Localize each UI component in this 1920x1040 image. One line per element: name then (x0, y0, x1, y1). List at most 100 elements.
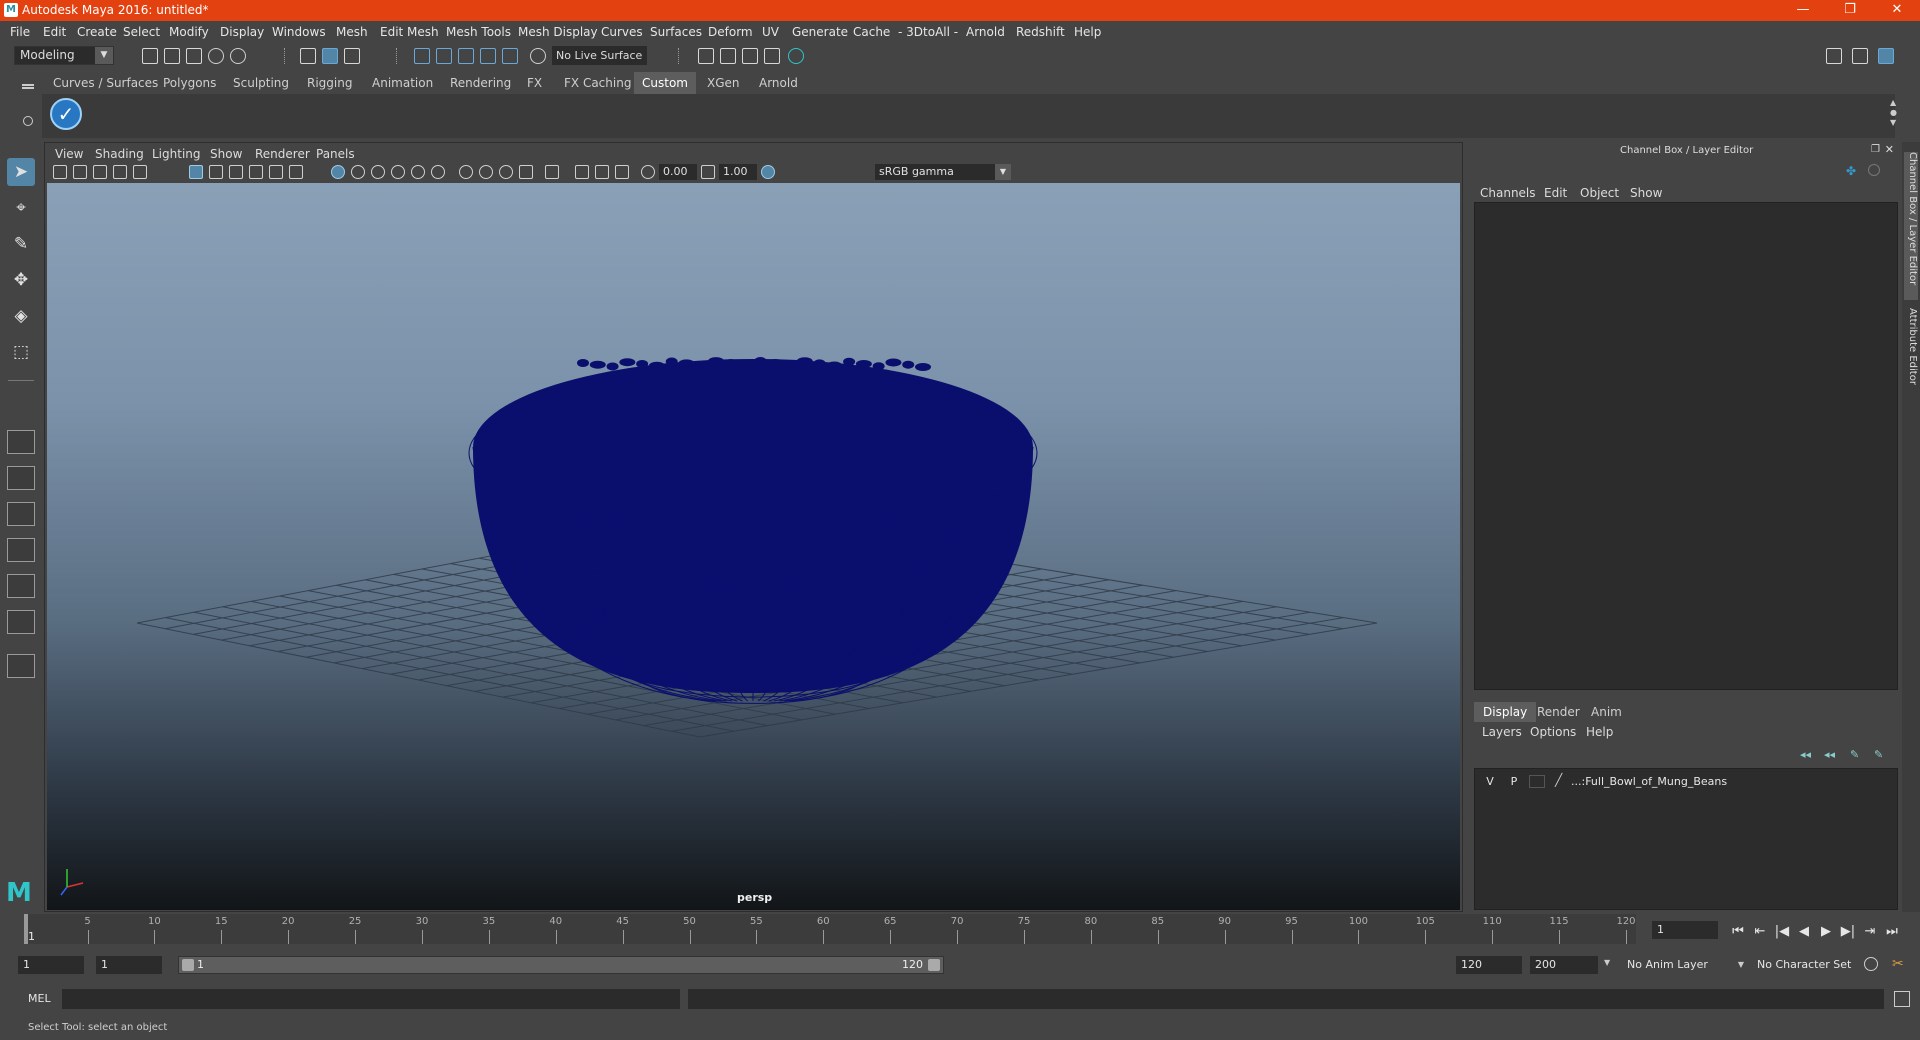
tab-polygons[interactable]: Polygons (155, 72, 224, 94)
new-empty-layer-icon[interactable]: ✎ (1850, 748, 1859, 761)
gate-mask-icon[interactable] (249, 165, 263, 179)
shelf-options[interactable] (18, 72, 40, 138)
script-language-toggle[interactable]: MEL (28, 992, 51, 1005)
cb-menu-channels[interactable]: Channels (1480, 186, 1536, 200)
float-panel-icon[interactable]: ❐ (1871, 144, 1880, 155)
ipr-render-icon[interactable] (742, 48, 758, 64)
resolution-gate-icon[interactable] (229, 165, 243, 179)
move-layer-up-icon[interactable]: ◂◂ (1800, 748, 1811, 761)
workspace-icon[interactable] (1826, 48, 1842, 64)
modeling-toolkit-icon[interactable] (1852, 48, 1868, 64)
lasso-tool[interactable]: ⌖ (7, 194, 35, 222)
menu-mesh-display[interactable]: Mesh Display (518, 25, 598, 39)
gamma-field[interactable]: 1.00 (719, 164, 757, 180)
xray-joints-icon[interactable] (595, 165, 609, 179)
auto-key-icon[interactable] (1864, 957, 1878, 971)
view-transform-dropdown[interactable]: sRGB gamma ▼ (875, 164, 1011, 180)
depth-of-field-icon[interactable] (519, 165, 533, 179)
range-slider[interactable]: 1 120 (178, 956, 944, 974)
camera-lock-icon[interactable] (73, 165, 87, 179)
range-end-handle[interactable] (928, 959, 940, 971)
layer-name[interactable]: ...:Full_Bowl_of_Mung_Beans (1571, 775, 1727, 788)
tab-anim[interactable]: Anim (1582, 702, 1631, 722)
textured-icon[interactable] (391, 165, 405, 179)
film-gate-icon[interactable] (209, 165, 223, 179)
snap-view-plane-icon[interactable] (480, 48, 496, 64)
wireframe-icon[interactable] (331, 165, 345, 179)
menu-surfaces[interactable]: Surfaces (650, 25, 702, 39)
rotate-tool[interactable]: ◈ (7, 302, 35, 330)
vp-menu-lighting[interactable]: Lighting (152, 147, 201, 161)
xray-components-icon[interactable] (615, 165, 629, 179)
3d-viewport[interactable]: persp (47, 183, 1460, 910)
smooth-shade-icon[interactable] (351, 165, 365, 179)
tab-arnold[interactable]: Arnold (751, 72, 806, 94)
vp-menu-show[interactable]: Show (210, 147, 242, 161)
tab-fx[interactable]: FX (519, 72, 550, 94)
camera-select-icon[interactable] (53, 165, 67, 179)
select-object-icon[interactable] (322, 48, 338, 64)
more-layouts-button[interactable] (7, 654, 35, 678)
two-d-pan-icon[interactable] (133, 165, 147, 179)
tab-fx-caching[interactable]: FX Caching (556, 72, 639, 94)
safe-action-icon[interactable] (289, 165, 303, 179)
grid-toggle-icon[interactable] (189, 165, 203, 179)
playback-end-field[interactable]: 120 (1456, 956, 1522, 974)
tab-xgen[interactable]: XGen (699, 72, 748, 94)
anti-aliasing-icon[interactable] (499, 165, 513, 179)
gamma-icon[interactable] (701, 165, 715, 179)
animation-start-field[interactable]: 1 (18, 956, 84, 974)
menu-select[interactable]: Select (123, 25, 160, 39)
step-back-key-button[interactable]: ⇤ (1752, 924, 1768, 940)
color-management-icon[interactable] (761, 165, 775, 179)
step-forward-frame-button[interactable]: ▶| (1840, 924, 1856, 940)
gear-icon[interactable] (23, 116, 33, 126)
layer-row[interactable]: V P ╱ ...:Full_Bowl_of_Mung_Beans (1477, 773, 1895, 791)
menu-arnold[interactable]: Arnold (966, 25, 1005, 39)
isolate-select-icon[interactable] (545, 165, 559, 179)
menu-edit-mesh[interactable]: Edit Mesh (380, 25, 439, 39)
tab-render[interactable]: Render (1528, 702, 1589, 722)
go-to-start-button[interactable]: ⏮ (1730, 924, 1746, 940)
settings-icon[interactable] (1868, 164, 1880, 176)
magnet-icon[interactable] (530, 48, 546, 64)
side-tab-attribute-editor[interactable]: Attribute Editor (1904, 308, 1918, 398)
animation-end-field[interactable]: 200 (1530, 956, 1598, 974)
custom-shelf-button[interactable]: ✓ (50, 98, 82, 130)
menu-display[interactable]: Display (220, 25, 264, 39)
four-view-layout-button[interactable] (7, 466, 35, 490)
menu-edit[interactable]: Edit (43, 25, 66, 39)
menu-set-dropdown[interactable]: Modeling ▼ (14, 46, 114, 65)
vp-menu-view[interactable]: View (55, 147, 83, 161)
render-frame-icon[interactable] (720, 48, 736, 64)
open-scene-icon[interactable] (164, 48, 180, 64)
menu-generate[interactable]: Generate (792, 25, 848, 39)
menu-create[interactable]: Create (77, 25, 117, 39)
persp-hypershade-layout-button[interactable] (7, 574, 35, 598)
bookmark-icon[interactable] (93, 165, 107, 179)
move-layer-down-icon[interactable]: ◂◂ (1824, 748, 1835, 761)
channel-list[interactable] (1474, 202, 1898, 690)
snap-grid-icon[interactable] (414, 48, 430, 64)
shadows-icon[interactable] (431, 165, 445, 179)
shelf-menu-icon[interactable] (22, 84, 34, 86)
cb-menu-edit[interactable]: Edit (1544, 186, 1567, 200)
new-layer-selected-icon[interactable]: ✎ (1874, 748, 1883, 761)
persp-outliner-layout-button[interactable] (7, 502, 35, 526)
scale-tool[interactable]: ⬚ (7, 338, 35, 366)
character-set-dropdown[interactable]: No Character Set (1752, 956, 1864, 974)
maximize-button[interactable]: ❐ (1827, 0, 1873, 21)
channel-box-toggle-icon[interactable] (1878, 48, 1894, 64)
le-menu-layers[interactable]: Layers (1482, 725, 1522, 739)
layer-color-swatch[interactable] (1529, 775, 1545, 788)
tab-rendering[interactable]: Rendering (442, 72, 519, 94)
tab-sculpting[interactable]: Sculpting (225, 72, 297, 94)
select-tool[interactable]: ➤ (7, 158, 35, 186)
persp-graph-layout-button[interactable] (7, 538, 35, 562)
paint-select-tool[interactable]: ✎ (7, 230, 35, 258)
xray-icon[interactable] (575, 165, 589, 179)
close-button[interactable]: ✕ (1874, 0, 1920, 21)
menu-uv[interactable]: UV (762, 25, 779, 39)
command-input[interactable] (62, 989, 680, 1009)
snap-point-icon[interactable] (458, 48, 474, 64)
